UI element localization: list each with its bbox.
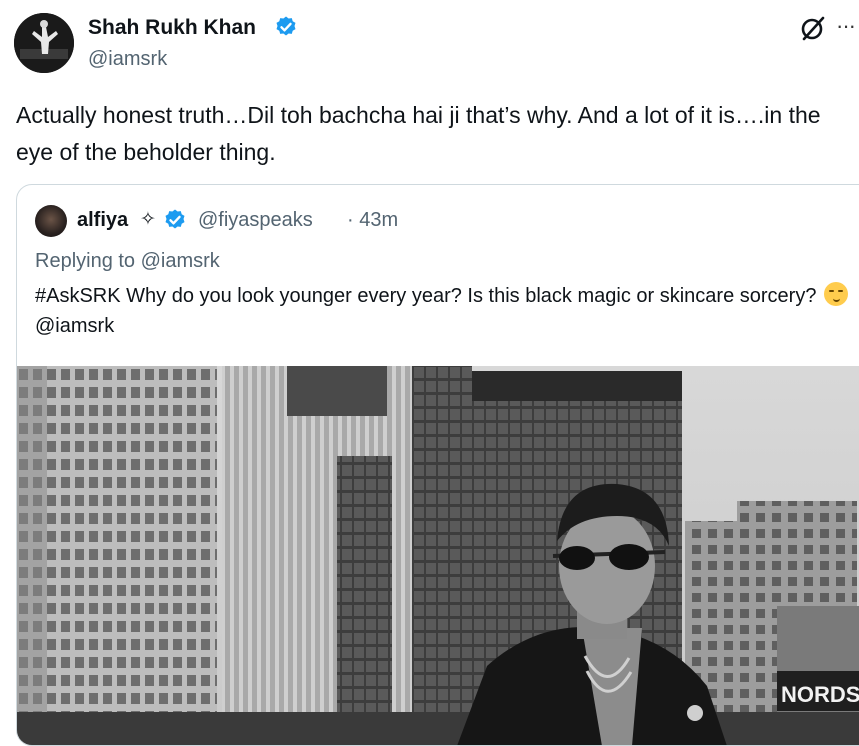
tweet-text: Actually honest truth…Dil toh bachcha ha… [16,102,821,165]
quoted-tweet-image[interactable]: NORDST [17,366,859,745]
author-name[interactable]: Shah Rukh Khan [88,16,256,40]
tweet: Shah Rukh Khan @iamsrk ··· Actually hone… [0,0,859,746]
quoted-author-name[interactable]: alfiya [77,207,128,233]
quoted-tweet-text: #AskSRK Why do you look younger every ye… [35,281,859,341]
sparkle-icon: ✧ [140,209,156,230]
replying-to: Replying to @iamsrk [35,250,220,272]
quoted-author-avatar[interactable] [35,205,67,237]
storefront-sign: NORDST [781,682,859,707]
grok-icon[interactable] [798,13,828,43]
smirk-emoji-icon [824,282,848,306]
quoted-timestamp[interactable]: · 43m [347,207,398,233]
quoted-mention[interactable]: @iamsrk [35,315,114,337]
more-icon[interactable]: ··· [836,14,856,38]
verified-badge-icon [276,16,296,36]
quoted-text-main: #AskSRK Why do you look younger every ye… [35,285,817,307]
verified-badge-icon [165,209,185,229]
author-avatar[interactable] [14,13,74,73]
quoted-tweet[interactable]: alfiya ✧ @fiyaspeaks · 43m Replying to @… [16,184,859,746]
quoted-author-handle[interactable]: @fiyaspeaks [198,207,313,233]
author-handle[interactable]: @iamsrk [88,47,167,71]
